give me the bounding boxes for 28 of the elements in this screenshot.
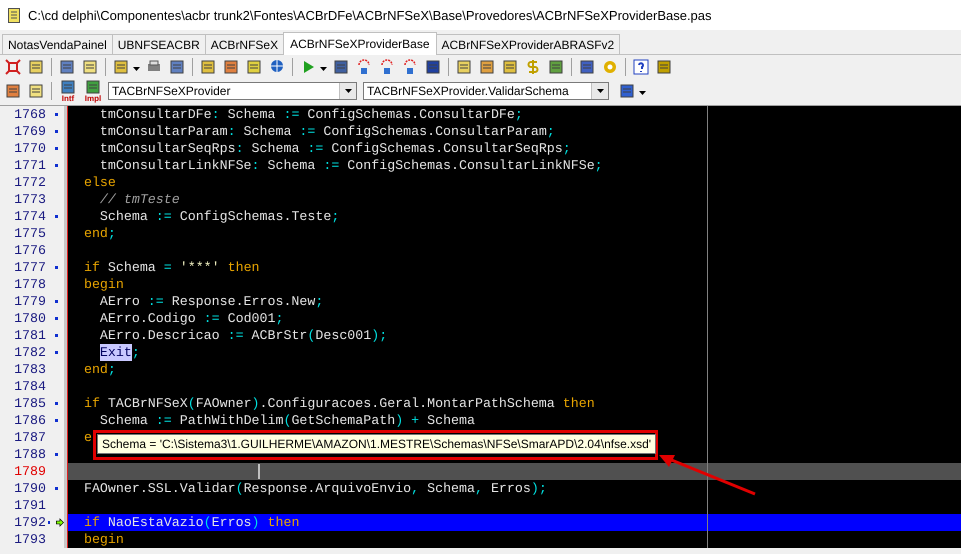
step-icon[interactable] [356,59,372,75]
help-icon[interactable] [633,59,649,75]
file-tab[interactable]: ACBrNFSeXProviderABRASFv2 [436,34,620,54]
caret-icon[interactable] [639,91,646,95]
caret-icon[interactable] [320,67,327,71]
step-icon[interactable] [379,59,395,75]
document-icon[interactable] [82,59,98,75]
window-icon[interactable] [28,83,44,99]
caret-icon[interactable] [596,89,604,93]
step-icon[interactable] [402,59,418,75]
window-icon[interactable] [502,59,518,75]
class-combobox[interactable]: TACBrNFSeXProvider [108,82,357,100]
window-icon[interactable] [333,59,349,75]
file-tab[interactable]: NotasVendaPainel [2,34,113,54]
interface-label: Intf [62,95,74,103]
document-icon [8,8,20,22]
caret-icon[interactable] [133,67,140,71]
document-icon[interactable] [456,59,472,75]
resize-icon[interactable] [5,59,21,75]
method-combobox[interactable]: TACBrNFSeXProvider.ValidarSchema [363,82,609,100]
window-title: C:\cd delphi\Componentes\acbr trunk2\Fontes\ACBrDFe\ACBrNFSeX\Base\Provedores\ACBrNFSeXProviderBase.pas [28,8,712,22]
tooltip: Schema = 'C:\Sistema3\1.GUILHERME\AMAZON\1.MESTRE\Schemas\NFSe\SmarAPD\2.04\nfse.xsd' [97,434,656,454]
globe-icon[interactable] [269,59,285,75]
document-icon[interactable] [548,59,564,75]
window-icon[interactable] [59,59,75,75]
caret-icon[interactable] [344,89,352,93]
implementation-label: Impl [84,95,102,103]
file-tab[interactable]: ACBrNFSeXProviderBase [283,32,437,55]
